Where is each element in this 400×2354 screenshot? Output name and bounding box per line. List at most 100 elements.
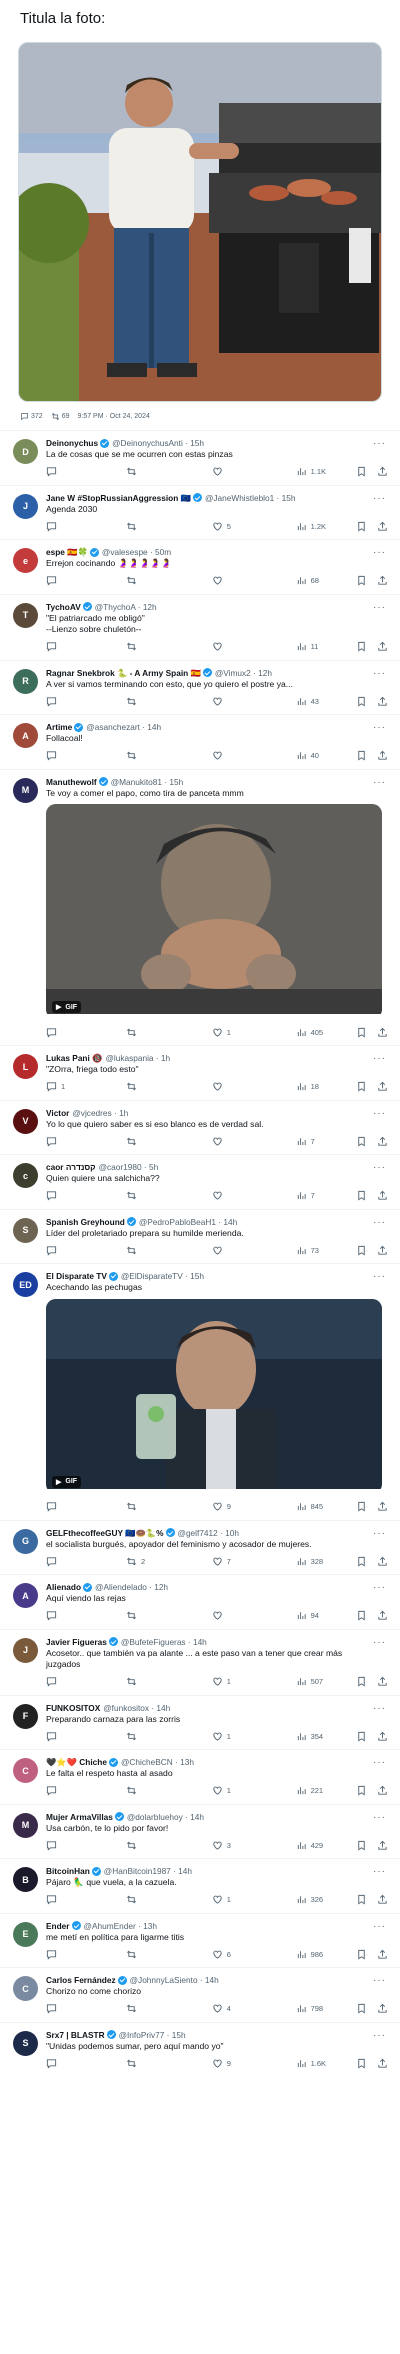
author-name[interactable]: caor קסנדרה: [46, 1161, 96, 1173]
reply-tweet[interactable]: E Ender @AhumEnder · 13h ··· me metí en polí…: [0, 1912, 400, 1968]
author-handle[interactable]: @vjcedres · 1h: [72, 1107, 128, 1119]
reply-button[interactable]: [46, 1840, 126, 1851]
author-name[interactable]: Manuthewolf: [46, 776, 97, 788]
bookmark-button[interactable]: [356, 1027, 367, 1038]
reply-button[interactable]: [46, 1245, 126, 1256]
views-button[interactable]: 845: [296, 1501, 356, 1512]
author-name[interactable]: 🖤⭐❤️ Chiche: [46, 1756, 107, 1768]
bookmark-button[interactable]: [356, 1785, 367, 1796]
author-name[interactable]: Mujer ArmaVillas: [46, 1811, 113, 1823]
reply-tweet[interactable]: C 🖤⭐❤️ Chiche @ChicheBCN · 13h ··· Le falta …: [0, 1749, 400, 1804]
reply-tweet[interactable]: S Spanish Greyhound @PedroPabloBeaH1 · 14h…: [0, 1208, 400, 1264]
views-button[interactable]: 73: [296, 1245, 356, 1256]
reply-button[interactable]: [46, 1894, 126, 1905]
more-options-icon[interactable]: ···: [373, 547, 386, 558]
reply-tweet[interactable]: e espe 🇪🇸🍀 @valesespe · 50m ··· Errejon coci…: [0, 539, 400, 594]
reply-button[interactable]: [46, 1785, 126, 1796]
bookmark-button[interactable]: [356, 2003, 367, 2014]
author-handle[interactable]: @ThychoA · 12h: [95, 601, 157, 613]
tweet-media-gif[interactable]: ▶ GIF: [46, 804, 382, 1019]
author-name[interactable]: Lukas Pani 🔞: [46, 1052, 102, 1064]
author-handle[interactable]: @ElDisparateTV · 15h: [121, 1270, 204, 1282]
retweet-button[interactable]: [126, 1245, 212, 1256]
avatar[interactable]: A: [13, 1583, 38, 1608]
bookmark-button[interactable]: [356, 1081, 367, 1092]
bookmark-button[interactable]: [356, 1190, 367, 1201]
views-button[interactable]: 1.6K: [296, 2058, 356, 2069]
like-button[interactable]: [212, 641, 296, 652]
retweet-button[interactable]: [126, 2003, 212, 2014]
more-options-icon[interactable]: ···: [373, 1975, 386, 1986]
retweet-button[interactable]: [126, 1081, 212, 1092]
like-button[interactable]: 1: [212, 1894, 296, 1905]
reply-tweet[interactable]: J Javier Figueras @BufeteFigueras · 14h ···…: [0, 1628, 400, 1695]
reply-tweet[interactable]: c caor קסנדרה @caor1980 · 5h ··· Quien quier…: [0, 1154, 400, 1209]
reply-tweet[interactable]: F FUNKOSITOX @funkositox · 14h ··· Preparand…: [0, 1694, 400, 1750]
reply-button[interactable]: 1: [46, 1081, 126, 1092]
views-button[interactable]: 7: [296, 1136, 356, 1147]
like-button[interactable]: [212, 1081, 296, 1092]
retweet-button[interactable]: [126, 466, 212, 477]
like-button[interactable]: 3: [212, 1840, 296, 1851]
views-button[interactable]: 354: [296, 1731, 356, 1742]
retweet-button[interactable]: [126, 1190, 212, 1201]
more-options-icon[interactable]: ···: [373, 1757, 386, 1768]
reply-tweet[interactable]: D Deinonychus @DeinonychusAnti · 15h ··· La …: [0, 430, 400, 485]
views-button[interactable]: 43: [296, 696, 356, 707]
bookmark-button[interactable]: [356, 750, 367, 761]
reply-tweet[interactable]: A Artime @asanchezart · 14h ··· Follacoal! 40: [0, 714, 400, 769]
bookmark-button[interactable]: [356, 466, 367, 477]
avatar[interactable]: B: [13, 1867, 38, 1892]
reply-tweet[interactable]: R Ragnar Snekbrok 🐍 - A Army Spain 🇪🇸 @Vim…: [0, 659, 400, 715]
retweet-count[interactable]: 69: [51, 412, 69, 421]
reply-tweet[interactable]: A Alienado @Aliendelado · 12h ··· Aquí viend…: [0, 1574, 400, 1629]
reply-button[interactable]: [46, 575, 126, 586]
reply-tweet[interactable]: J Jane W #StopRussianAggression 🇪🇺 @JaneWh…: [0, 484, 400, 540]
bookmark-button[interactable]: [356, 1136, 367, 1147]
author-handle[interactable]: @lukaspania · 1h: [105, 1052, 170, 1064]
reply-button[interactable]: [46, 2058, 126, 2069]
share-button[interactable]: [377, 1081, 388, 1092]
reply-tweet[interactable]: C Carlos Fernández @JohnnyLaSiento · 14h ··…: [0, 1967, 400, 2022]
author-name[interactable]: Victor: [46, 1107, 69, 1119]
share-button[interactable]: [377, 1610, 388, 1621]
like-button[interactable]: [212, 1245, 296, 1256]
avatar[interactable]: J: [13, 1637, 38, 1663]
reply-button[interactable]: [46, 1949, 126, 1960]
author-handle[interactable]: @JaneWhistleblo1 · 15h: [205, 492, 296, 504]
avatar[interactable]: S: [13, 2030, 38, 2056]
bookmark-button[interactable]: [356, 1501, 367, 1512]
author-name[interactable]: TychoAV: [46, 601, 81, 613]
like-button[interactable]: 5: [212, 521, 296, 532]
author-name[interactable]: Alienado: [46, 1581, 81, 1593]
author-name[interactable]: Artime: [46, 721, 72, 733]
author-handle[interactable]: @AhumEnder · 13h: [84, 1920, 157, 1932]
more-options-icon[interactable]: ···: [373, 602, 386, 613]
more-options-icon[interactable]: ···: [373, 1053, 386, 1064]
like-button[interactable]: 1: [212, 1785, 296, 1796]
share-button[interactable]: [377, 1785, 388, 1796]
avatar[interactable]: M: [13, 1812, 38, 1838]
retweet-button[interactable]: [126, 2058, 212, 2069]
retweet-button[interactable]: [126, 1676, 212, 1687]
avatar[interactable]: L: [13, 1054, 38, 1079]
like-button[interactable]: 1: [212, 1027, 296, 1038]
views-button[interactable]: 7: [296, 1190, 356, 1201]
like-button[interactable]: [212, 750, 296, 761]
views-button[interactable]: 429: [296, 1840, 356, 1851]
more-options-icon[interactable]: ···: [373, 438, 386, 449]
views-button[interactable]: 328: [296, 1556, 356, 1567]
views-button[interactable]: 326: [296, 1894, 356, 1905]
like-button[interactable]: [212, 575, 296, 586]
author-handle[interactable]: @funkositox · 14h: [103, 1702, 170, 1714]
retweet-button[interactable]: [126, 1840, 212, 1851]
retweet-button[interactable]: [126, 1949, 212, 1960]
reply-button[interactable]: [46, 1556, 126, 1567]
author-handle[interactable]: @InfoPriv77 · 15h: [119, 2029, 186, 2041]
author-handle[interactable]: @JohnnyLaSiento · 14h: [130, 1974, 219, 1986]
author-name[interactable]: Ragnar Snekbrok 🐍 - A Army Spain 🇪🇸: [46, 667, 201, 679]
more-options-icon[interactable]: ···: [373, 493, 386, 504]
share-button[interactable]: [377, 641, 388, 652]
share-button[interactable]: [377, 2003, 388, 2014]
like-button[interactable]: 1: [212, 1676, 296, 1687]
